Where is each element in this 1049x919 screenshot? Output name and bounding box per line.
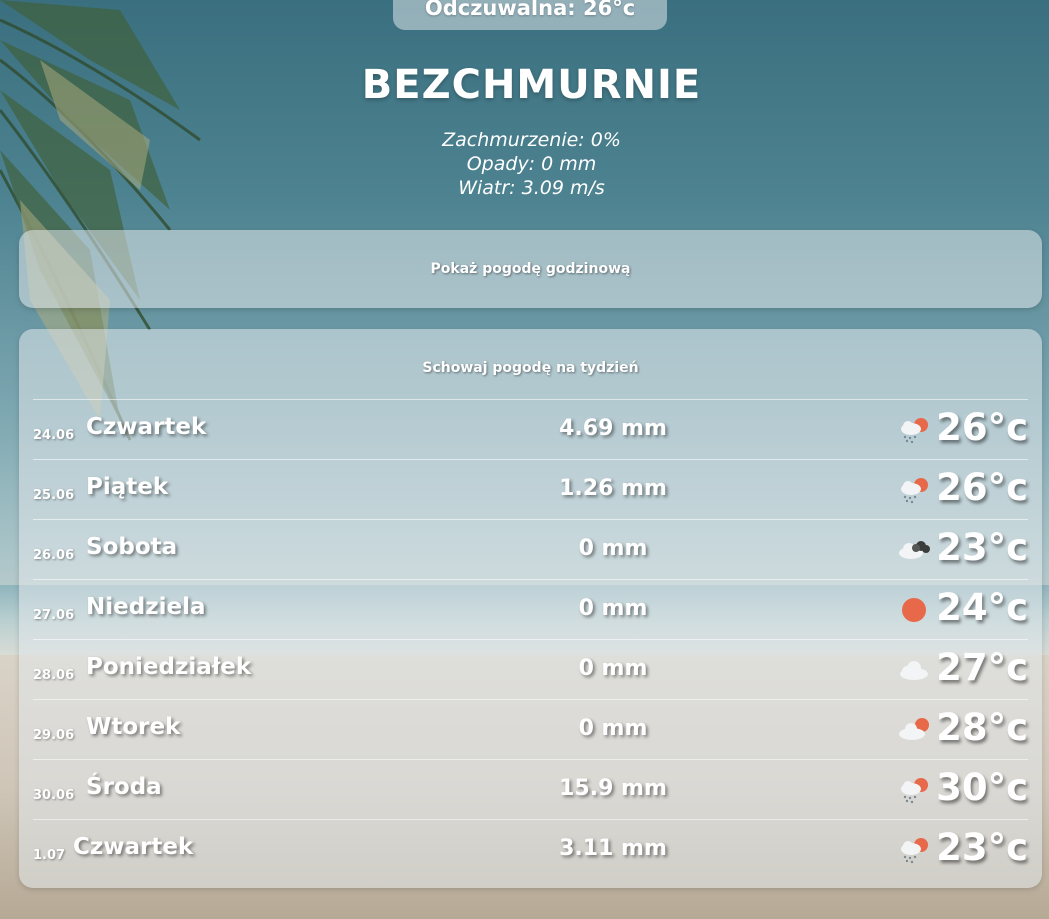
forecast-rain: 15.9 mm [559, 776, 667, 801]
rain-sun-icon [901, 478, 928, 504]
forecast-rain: 1.26 mm [559, 476, 667, 501]
forecast-temperature: 24°c [936, 586, 1028, 629]
forecast-temperature: 28°c [936, 706, 1028, 749]
precipitation-text: Opady: 0 mm [466, 153, 597, 175]
forecast-rain: 0 mm [578, 536, 648, 561]
forecast-date: 28.06 [33, 668, 75, 683]
forecast-day-name: Niedziela [86, 594, 206, 620]
forecast-rain: 0 mm [578, 656, 648, 681]
forecast-rain: 0 mm [578, 716, 648, 741]
cloudiness-text: Zachmurzenie: 0% [442, 129, 621, 151]
show-hourly-weather-button[interactable]: Pokaż pogodę godzinową [19, 230, 1042, 308]
forecast-day-name: Poniedziałek [86, 654, 252, 680]
wind-text: Wiatr: 3.09 m/s [458, 177, 605, 199]
forecast-day-name: Środa [86, 774, 162, 800]
forecast-day-name: Czwartek [73, 834, 194, 860]
forecast-row: 30.06 Środa 15.9 mm 30°c [33, 759, 1028, 819]
forecast-rain: 3.11 mm [559, 836, 667, 861]
forecast-day-name: Sobota [86, 534, 178, 560]
cloud-sun-icon [899, 718, 929, 740]
weekly-weather-panel: Schowaj pogodę na tydzień 24.06 Czwartek… [19, 329, 1042, 888]
rain-sun-icon [901, 418, 928, 444]
forecast-row: 28.06 Poniedziałek 0 mm 27°c [33, 639, 1028, 699]
cloud-icon [900, 661, 928, 680]
forecast-row: 25.06 Piątek 1.26 mm 26°c [33, 459, 1028, 519]
forecast-temperature: 23°c [936, 826, 1028, 869]
forecast-temperature: 27°c [936, 646, 1028, 689]
weather-details: Zachmurzenie: 0% Opady: 0 mm Wiatr: 3.09… [0, 128, 1049, 200]
rain-sun-icon [901, 778, 928, 804]
forecast-row: 24.06 Czwartek 4.69 mm 26°c [33, 399, 1028, 459]
feels-like-badge: Odczuwalna: 26°c [393, 0, 667, 30]
forecast-rain: 0 mm [578, 596, 648, 621]
forecast-temperature: 26°c [936, 406, 1028, 449]
forecast-row: 26.06 Sobota 0 mm 23°c [33, 519, 1028, 579]
forecast-date: 25.06 [33, 488, 75, 503]
forecast-row: 29.06 Wtorek 0 mm 28°c [33, 699, 1028, 759]
hide-weekly-weather-button[interactable]: Schowaj pogodę na tydzień [19, 357, 1042, 379]
hourly-weather-panel: Pokaż pogodę godzinową [19, 230, 1042, 308]
forecast-date: 26.06 [33, 548, 75, 563]
forecast-day-name: Czwartek [86, 414, 207, 440]
sun-icon [902, 598, 926, 622]
forecast-temperature: 26°c [936, 466, 1028, 509]
forecast-date: 29.06 [33, 728, 75, 743]
weekly-forecast-list: 24.06 Czwartek 4.69 mm 26°c 25.06 Piątek… [33, 399, 1028, 879]
forecast-date: 1.07 [33, 848, 66, 863]
rain-sun-icon [901, 838, 928, 864]
weather-condition-title: BEZCHMURNIE [361, 62, 702, 108]
forecast-row: 1.07 Czwartek 3.11 mm 23°c [33, 819, 1028, 879]
forecast-row: 27.06 Niedziela 0 mm 24°c [33, 579, 1028, 639]
forecast-day-name: Wtorek [86, 714, 181, 740]
forecast-temperature: 23°c [936, 526, 1028, 569]
forecast-date: 27.06 [33, 608, 75, 623]
forecast-rain: 4.69 mm [559, 416, 667, 441]
dark-clouds-icon [899, 541, 930, 559]
forecast-date: 24.06 [33, 428, 75, 443]
forecast-temperature: 30°c [936, 766, 1028, 809]
forecast-day-name: Piątek [86, 474, 169, 500]
forecast-date: 30.06 [33, 788, 75, 803]
